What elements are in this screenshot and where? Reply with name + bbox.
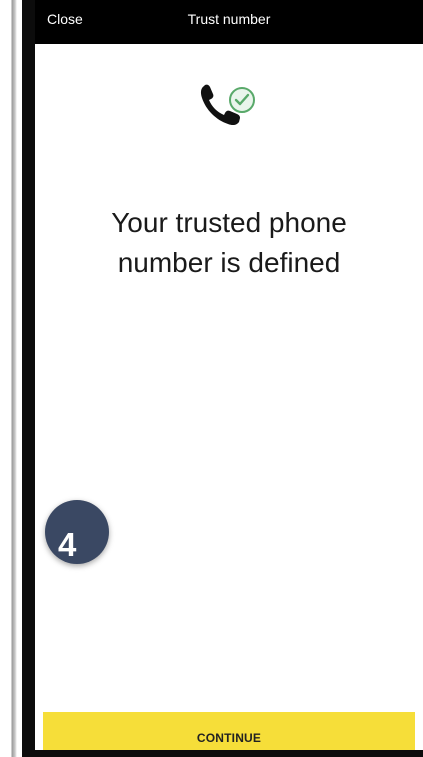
step-badge: 4 [45,500,109,564]
headline-line-1: Your trusted phone [111,207,347,238]
phone-frame: Close Trust number Your trusted phone nu… [22,0,423,757]
continue-button[interactable]: CONTINUE [43,712,415,750]
bottom-frame-edge [22,750,423,757]
success-headline: Your trusted phone number is defined [45,203,413,283]
page: Close Trust number Your trusted phone nu… [0,0,423,757]
step-badge-number: 4 [58,526,77,563]
headline-line-2: number is defined [117,247,341,278]
left-edge-divider [0,0,22,757]
page-title: Trust number [187,11,271,27]
phone-check-icon [198,80,260,132]
phone-screen: Close Trust number Your trusted phone nu… [31,0,423,750]
footer-strip [35,688,423,712]
top-bar: Close Trust number [35,0,423,44]
